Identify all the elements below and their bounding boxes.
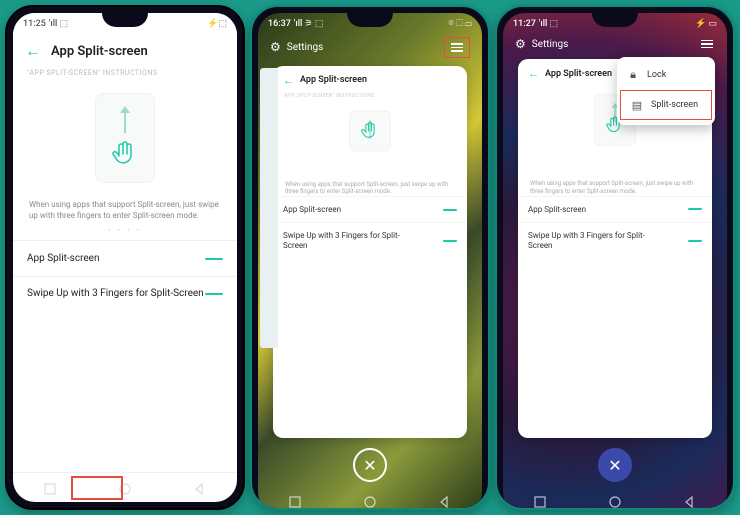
card-title: App Split-screen xyxy=(300,75,367,85)
gesture-illustration xyxy=(302,101,438,157)
page-title: App Split-screen xyxy=(51,44,148,59)
back-arrow-icon: ← xyxy=(283,74,294,87)
screen-3: 11:27 'ıll ⬚ ⚡ ▭ ⚙ Settings 🔒︎ Lock ▤ Sp… xyxy=(503,13,727,510)
recents-titlebar: ⚙ Settings xyxy=(258,35,482,62)
nav-back-icon[interactable] xyxy=(438,494,452,508)
recents-titlebar: ⚙ Settings xyxy=(503,35,727,55)
system-navbar xyxy=(503,488,727,510)
phone-frame-1: 11:25 'ıll ⬚ ⚡⬚ ← App Split-screen "APP … xyxy=(5,5,245,510)
hand-icon xyxy=(110,136,140,172)
setting-app-split: App Split-screen xyxy=(273,196,467,222)
card-menu-dropdown: 🔒︎ Lock ▤ Split-screen xyxy=(617,57,715,125)
gear-icon: ⚙ xyxy=(515,37,526,51)
close-all-button[interactable]: ✕ xyxy=(353,448,387,482)
status-time: 11:25 xyxy=(23,19,46,29)
status-right-icons: ⚡ ▭ xyxy=(695,19,717,29)
card-title: App Split-screen xyxy=(545,69,612,79)
status-time: 11:27 xyxy=(513,19,536,29)
recents-title: Settings xyxy=(287,42,324,53)
page-dots: • • • • xyxy=(13,225,237,240)
lock-icon: 🔒︎ xyxy=(627,69,639,81)
setting-swipe-3fingers[interactable]: Swipe Up with 3 Fingers for Split-Screen xyxy=(13,276,237,310)
notch xyxy=(592,13,638,27)
nav-recents-icon[interactable] xyxy=(288,494,302,508)
toggle-on-icon[interactable] xyxy=(205,293,223,295)
toggle-on-icon xyxy=(443,209,457,211)
close-all-button[interactable]: ✕ xyxy=(598,448,632,482)
setting-label: Swipe Up with 3 Fingers for Split-Screen xyxy=(528,231,648,252)
toggle-on-icon xyxy=(688,208,702,210)
recents-card-settings[interactable]: ← App Split-screen "APP SPLIT-SCREEN" IN… xyxy=(273,66,467,439)
highlight-box-menu xyxy=(444,37,470,58)
menu-label: Split-screen xyxy=(651,100,698,110)
toggle-on-icon xyxy=(443,240,457,242)
gesture-illustration xyxy=(13,79,237,191)
toggle-on-icon xyxy=(688,240,702,242)
toggle-on-icon[interactable] xyxy=(205,258,223,260)
back-arrow-icon: ← xyxy=(528,67,539,80)
menu-item-lock[interactable]: 🔒︎ Lock xyxy=(617,61,715,89)
recents-title: Settings xyxy=(532,39,569,50)
setting-app-split: App Split-screen xyxy=(518,196,712,222)
nav-recents-icon[interactable] xyxy=(43,481,57,495)
split-screen-icon: ▤ xyxy=(631,99,643,111)
nav-home-icon[interactable] xyxy=(363,494,377,508)
status-right-icons: ⚡⬚ xyxy=(207,19,227,29)
instructions-label: "APP SPLIT-SCREEN" INSTRUCTIONS xyxy=(13,63,237,79)
setting-label: Swipe Up with 3 Fingers for Split-Screen xyxy=(27,287,204,300)
status-left-icons: 'ıll ⚞ ⬚ xyxy=(294,19,324,29)
menu-label: Lock xyxy=(647,70,666,80)
phone-frame-3: 11:27 'ıll ⬚ ⚡ ▭ ⚙ Settings 🔒︎ Lock ▤ Sp… xyxy=(495,5,735,510)
system-navbar xyxy=(13,472,237,502)
screen-1: 11:25 'ıll ⬚ ⚡⬚ ← App Split-screen "APP … xyxy=(13,13,237,502)
notch xyxy=(102,13,148,27)
setting-label: App Split-screen xyxy=(528,205,586,214)
screen-2: 16:37 'ıll ⚞ ⬚ ⌾ ⬚ ▭ ⚙ Settings ← App Sp… xyxy=(258,13,482,510)
setting-swipe-3fingers: Swipe Up with 3 Fingers for Split-Screen xyxy=(518,222,712,260)
hamburger-icon[interactable] xyxy=(699,38,715,51)
background-card xyxy=(260,68,278,348)
highlight-box-recents xyxy=(71,476,123,500)
menu-item-split-screen[interactable]: ▤ Split-screen xyxy=(620,90,712,120)
nav-back-icon[interactable] xyxy=(193,481,207,495)
hamburger-icon[interactable] xyxy=(449,41,465,54)
status-left-icons: 'ıll ⬚ xyxy=(49,19,68,29)
status-time: 16:37 xyxy=(268,19,291,29)
setting-label: App Split-screen xyxy=(283,205,341,214)
instruction-text: When using apps that support Split-scree… xyxy=(13,191,237,225)
nav-back-icon[interactable] xyxy=(683,494,697,508)
back-arrow-icon[interactable]: ← xyxy=(25,41,41,61)
status-left-icons: 'ıll ⬚ xyxy=(539,19,558,29)
phone-frame-2: 16:37 'ıll ⚞ ⬚ ⌾ ⬚ ▭ ⚙ Settings ← App Sp… xyxy=(250,5,490,510)
nav-home-icon[interactable] xyxy=(608,494,622,508)
status-right-icons: ⌾ ⬚ ▭ xyxy=(448,19,472,29)
instruction-text: When using apps that support Split-scree… xyxy=(518,180,712,196)
setting-swipe-3fingers: Swipe Up with 3 Fingers for Split-Screen xyxy=(273,222,467,260)
setting-label: App Split-screen xyxy=(27,253,100,264)
system-navbar xyxy=(258,488,482,510)
gear-icon: ⚙ xyxy=(270,40,281,54)
setting-app-split[interactable]: App Split-screen xyxy=(13,240,237,276)
instructions-label: "APP SPLIT-SCREEN" INSTRUCTIONS xyxy=(273,91,467,101)
setting-label: Swipe Up with 3 Fingers for Split-Screen xyxy=(283,231,403,252)
nav-recents-icon[interactable] xyxy=(533,494,547,508)
notch xyxy=(347,13,393,27)
instruction-text: When using apps that support Split-scree… xyxy=(273,181,467,197)
